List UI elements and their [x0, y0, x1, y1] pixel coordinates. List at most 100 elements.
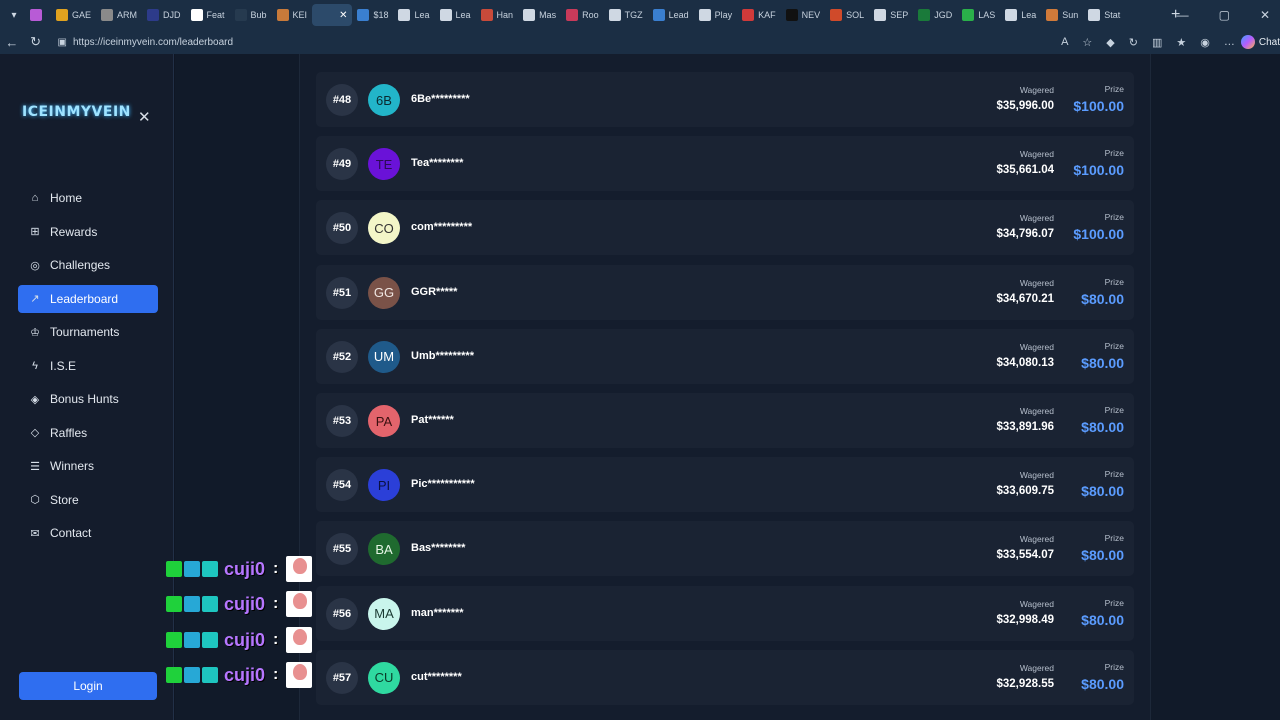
rank-badge: #48	[326, 84, 358, 116]
tab-favicon-icon	[147, 9, 160, 21]
browser-tab[interactable]: KEI	[272, 4, 313, 26]
sidebar-item-store[interactable]: ⬡ Store	[18, 486, 158, 514]
close-tab-icon[interactable]: ✕	[339, 10, 347, 21]
prize-label: Prize	[1104, 405, 1124, 415]
prize-label: Prize	[1104, 84, 1124, 94]
prize-amount: $80.00	[1081, 611, 1124, 628]
browser-tab[interactable]: $18	[352, 4, 393, 26]
browser-tab[interactable]: Sun	[1041, 4, 1083, 26]
username: 6Be*********	[411, 93, 470, 105]
tab-favicon-icon	[357, 9, 370, 21]
more-icon[interactable]: …	[1224, 36, 1235, 48]
extension-icon[interactable]: ◆	[1106, 36, 1114, 49]
split-icon[interactable]: ▥	[1152, 36, 1162, 49]
browser-tab[interactable]: SOL	[825, 4, 869, 26]
browser-tab[interactable]: LAS	[957, 4, 1000, 26]
browser-tab[interactable]: Feat	[186, 4, 230, 26]
leaderboard-row: #56 MA man******* Wagered $32,998.49 Prize $80…	[316, 585, 1134, 641]
browser-tab[interactable]: NEV	[781, 4, 826, 26]
rank-badge: #55	[326, 533, 358, 566]
tab-favicon-icon	[234, 9, 247, 21]
copilot-icon	[1240, 35, 1255, 49]
tab-label: $18	[373, 10, 389, 20]
username: Bas********	[411, 542, 466, 555]
avatar: TE	[368, 148, 400, 181]
prize-label: Prize	[1104, 469, 1124, 480]
tab-favicon-icon	[101, 9, 114, 21]
browser-tab[interactable]: JGD	[913, 4, 957, 26]
site-info-icon[interactable]: ▣	[58, 37, 67, 48]
tab-favicon-icon	[1005, 9, 1018, 21]
sub-badge-icon	[202, 561, 218, 577]
tab-label: Play	[714, 10, 733, 20]
prize-label: Prize	[1104, 276, 1124, 287]
sidebar-item-tournaments[interactable]: ♔ Tournaments	[18, 318, 158, 346]
copilot-chat-button[interactable]: Chat	[1240, 35, 1280, 49]
sidebar-item-i-s-e[interactable]: ϟ I.S.E	[18, 352, 158, 380]
sidebar-item-rewards[interactable]: ⊞ Rewards	[18, 218, 158, 246]
favorite-icon[interactable]: ☆	[1082, 36, 1092, 49]
close-window-icon[interactable]: ✕	[1260, 8, 1270, 22]
browser-tab[interactable]: Lead	[648, 4, 694, 26]
browser-tab[interactable]: Bub	[230, 4, 272, 26]
kick-badge-icon	[166, 667, 182, 683]
sidebar-item-home[interactable]: ⌂ Home	[18, 184, 158, 212]
site-logo[interactable]: ICEINMYVEIN	[22, 104, 131, 120]
browser-tab[interactable]: DJD	[142, 4, 186, 26]
refresh-ext-icon[interactable]: ↻	[1129, 36, 1138, 49]
prize-amount: $80.00	[1081, 354, 1124, 371]
close-sidebar-icon[interactable]: ✕	[138, 108, 151, 126]
maximize-icon[interactable]: ▢	[1219, 8, 1230, 22]
wagered-label: Wagered	[1019, 85, 1054, 95]
wagered-amount: $35,661.04	[996, 164, 1054, 177]
leaderboard-row: #50 CO com********* Wagered $34,796.07 Prize $…	[316, 200, 1134, 256]
tab-favicon-icon	[830, 9, 843, 21]
sidebar-item-raffles[interactable]: ◇ Raffles	[18, 419, 158, 447]
browser-tab[interactable]: ARM	[96, 4, 142, 26]
prize-amount: $100.00	[1073, 162, 1124, 179]
refresh-icon[interactable]: ↻	[24, 34, 48, 50]
profile-icon[interactable]: ◉	[1200, 36, 1210, 49]
sidebar-item-label: Tournaments	[50, 325, 120, 339]
browser-tab[interactable]: Han	[476, 4, 519, 26]
chat-username: cuji0	[224, 593, 266, 614]
minimize-icon[interactable]: —	[1177, 8, 1189, 22]
pickaxe-badge-icon	[184, 596, 200, 612]
browser-tab[interactable]: ✕	[312, 4, 353, 26]
browser-tab[interactable]: SEP	[869, 4, 913, 26]
browser-tab[interactable]: Roo	[561, 4, 604, 26]
sidebar-item-bonus-hunts[interactable]: ◈ Bonus Hunts	[18, 385, 158, 413]
prize-amount: $100.00	[1073, 226, 1124, 243]
tab-favicon-icon	[56, 9, 68, 21]
login-button[interactable]: Login	[19, 672, 157, 700]
browser-tab[interactable]: Mas	[518, 4, 561, 26]
browser-tab[interactable]: Lea	[1000, 4, 1041, 26]
browser-tab[interactable]	[25, 4, 51, 26]
tab-favicon-icon	[566, 9, 579, 21]
gift-icon: ⊞	[30, 226, 40, 238]
browser-tab[interactable]: GAE	[51, 4, 96, 26]
tab-label: Mas	[539, 10, 557, 20]
rank-badge: #57	[326, 661, 358, 694]
favorites-icon[interactable]: ★	[1176, 36, 1186, 49]
tab-label: DJD	[163, 10, 181, 20]
browser-tab[interactable]: KAF	[737, 4, 781, 26]
browser-tab[interactable]: TGZ	[604, 4, 648, 26]
sidebar-item-winners[interactable]: ☰ Winners	[18, 452, 158, 480]
chat-separator: :	[273, 595, 279, 612]
sub-badge-icon	[202, 667, 218, 683]
tab-favicon-icon	[918, 9, 931, 21]
sidebar-item-contact[interactable]: ✉ Contact	[18, 519, 158, 547]
url-field[interactable]: ▣ https://iceinmyvein.com/leaderboard	[52, 32, 1062, 52]
read-aloud-icon[interactable]: A	[1061, 36, 1068, 48]
sidebar-item-challenges[interactable]: ◎ Challenges	[18, 251, 158, 279]
trophy-icon: ♔	[30, 326, 40, 339]
browser-tab[interactable]: Play	[694, 4, 738, 26]
sidebar-item-leaderboard[interactable]: ↗ Leaderboard	[18, 284, 158, 313]
browser-tab[interactable]: Stat	[1083, 4, 1125, 26]
back-icon[interactable]: ←	[0, 35, 24, 50]
username: GGR*****	[411, 285, 458, 298]
tab-actions-icon[interactable]: ▾	[3, 4, 25, 26]
browser-tab[interactable]: Lea	[435, 4, 476, 26]
browser-tab[interactable]: Lea	[393, 4, 434, 26]
